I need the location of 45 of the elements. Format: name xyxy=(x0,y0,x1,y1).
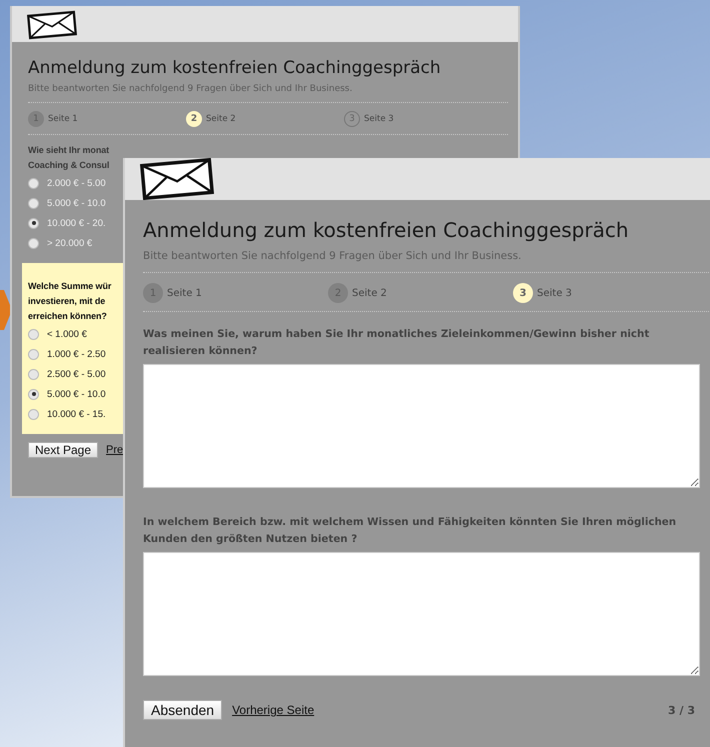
question-text: In welchem Bereich bzw. mit welchem Wissen und Fähigkeiten könnten Sie Ihren möglichen Kunden den größten Nutzen bieten ? xyxy=(143,515,678,547)
step-label[interactable]: Seite 3 xyxy=(364,114,394,124)
page-indicator: 3 / 3 xyxy=(668,704,695,716)
option-label[interactable]: < 1.000 € xyxy=(47,328,87,340)
step-label[interactable]: Seite 2 xyxy=(352,288,387,298)
option-label[interactable]: 1.000 € - 2.50 xyxy=(47,348,106,360)
previous-page-link[interactable]: Vorherige Seite xyxy=(232,703,314,717)
radio-button[interactable] xyxy=(28,238,39,248)
form-subtitle: Bitte beantworten Sie nachfolgend 9 Fragen über Sich und Ihr Business. xyxy=(28,84,508,103)
answer-field[interactable] xyxy=(143,364,700,488)
step-number[interactable]: 2 xyxy=(186,111,202,127)
question-text: Coaching & Consul xyxy=(28,159,110,172)
option-label[interactable]: 5.000 € - 10.0 xyxy=(47,388,106,400)
option-label[interactable]: > 20.000 € xyxy=(47,238,92,248)
question-text: erreichen können? xyxy=(28,310,108,323)
form-title: Anmeldung zum kostenfreien Coachinggespräch xyxy=(143,217,630,242)
radio-button[interactable] xyxy=(28,348,39,360)
previous-link[interactable]: Pre xyxy=(106,444,124,456)
step-label[interactable]: Seite 2 xyxy=(206,114,236,124)
envelope-icon xyxy=(26,8,78,42)
radio-button[interactable] xyxy=(28,388,39,400)
radio-button[interactable] xyxy=(28,408,39,420)
question-text: Was meinen Sie, warum haben Sie Ihr monatliches Zieleinkommen/Gewinn bisher nicht realisieren können? xyxy=(143,327,650,359)
radio-button[interactable] xyxy=(28,198,39,208)
radio-button[interactable] xyxy=(28,328,39,340)
step-label[interactable]: Seite 1 xyxy=(167,288,202,298)
form-title: Anmeldung zum kostenfreien Coachinggespräch xyxy=(28,57,442,78)
radio-button[interactable] xyxy=(28,178,39,188)
next-page-button[interactable]: Next Page xyxy=(28,442,98,458)
step-number[interactable]: 3 xyxy=(513,283,533,303)
option-label[interactable]: 5.000 € - 10.0 xyxy=(47,198,106,208)
question-text: investieren, mit de xyxy=(28,295,106,308)
form-subtitle: Bitte beantworten Sie nachfolgend 9 Fragen über Sich und Ihr Business. xyxy=(143,250,710,273)
step-label[interactable]: Seite 1 xyxy=(48,114,78,124)
submit-button[interactable]: Absenden xyxy=(143,700,222,720)
option-label[interactable]: 10.000 € - 20. xyxy=(47,218,106,228)
option-label[interactable]: 10.000 € - 15. xyxy=(47,408,106,420)
option-label[interactable]: 2.000 € - 5.00 xyxy=(47,178,106,188)
radio-button[interactable] xyxy=(28,218,39,228)
option-label[interactable]: 2.500 € - 5.00 xyxy=(47,368,106,380)
step-label[interactable]: Seite 3 xyxy=(537,288,572,298)
radio-button[interactable] xyxy=(28,368,39,380)
question-text: Wie sieht Ihr monat xyxy=(28,144,110,157)
question-text: Welche Summe wür xyxy=(28,280,112,293)
answer-field[interactable] xyxy=(143,552,700,676)
